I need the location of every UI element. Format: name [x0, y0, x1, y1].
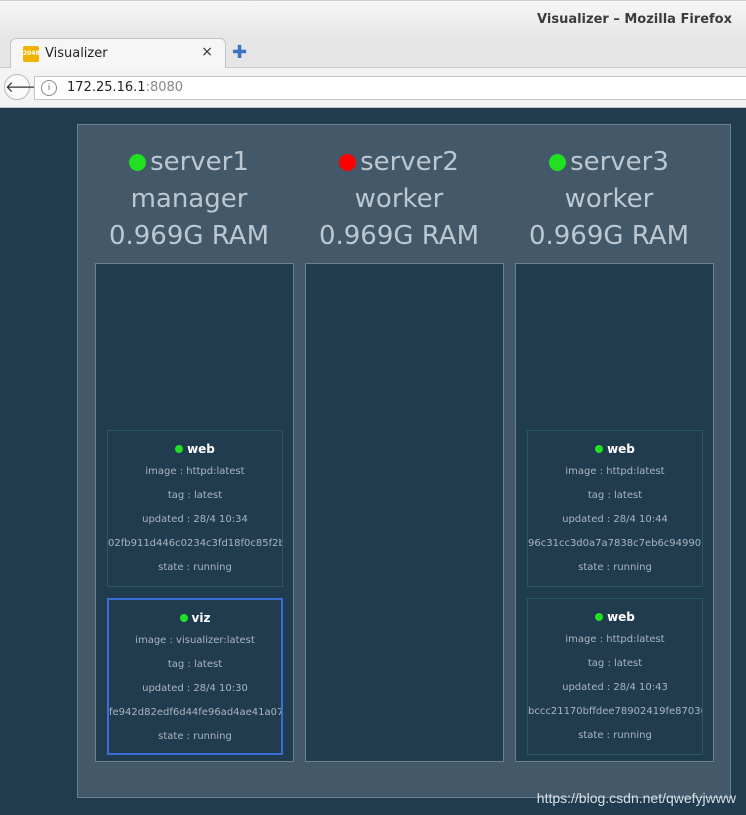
- task-updated: updated : 28/4 10:44: [562, 514, 668, 525]
- task-updated: updated : 28/4 10:34: [142, 514, 248, 525]
- task-card[interactable]: web image : httpd:latest tag : latest up…: [527, 598, 703, 755]
- task-tag: tag : latest: [587, 490, 643, 501]
- node-server2: server2 worker 0.969G RAM: [294, 125, 504, 762]
- task-title: viz: [109, 611, 281, 629]
- close-tab-icon[interactable]: ×: [201, 44, 213, 60]
- tab-label: Visualizer: [45, 46, 108, 61]
- node-title: server1: [84, 144, 294, 181]
- task-card-selected[interactable]: viz image : visualizer:latest tag : late…: [107, 598, 283, 755]
- node-title: server2: [294, 144, 504, 181]
- task-name: web: [187, 442, 215, 456]
- navigation-bar: 🡐 i 172.25.16.1:8080: [0, 68, 746, 108]
- task-image: image : visualizer:latest: [135, 635, 255, 646]
- task-id: fe942d82edf6d44fe96ad4ae41a071: [109, 707, 283, 718]
- task-updated: updated : 28/4 10:43: [562, 682, 668, 693]
- page-content: server1 manager 0.969G RAM web image : h…: [0, 108, 746, 815]
- task-state: state : running: [158, 731, 232, 742]
- task-image: image : httpd:latest: [565, 634, 665, 645]
- node-server1: server1 manager 0.969G RAM web image : h…: [84, 125, 294, 762]
- node-ram: 0.969G RAM: [318, 221, 480, 251]
- task-name: web: [607, 610, 635, 624]
- task-tag: tag : latest: [167, 659, 223, 670]
- task-tag: tag : latest: [167, 490, 223, 501]
- task-card[interactable]: web image : httpd:latest tag : latest up…: [107, 430, 283, 587]
- node-name: server3: [570, 147, 669, 177]
- task-updated: updated : 28/4 10:30: [142, 683, 248, 694]
- node-name: server1: [150, 147, 249, 177]
- task-id: 02fb911d446c0234c3fd18f0c85f2b7: [108, 538, 283, 549]
- node-role: manager: [130, 184, 248, 214]
- url-port: :8080: [145, 80, 184, 95]
- task-title: web: [528, 442, 702, 460]
- url-text: 172.25.16.1:8080: [67, 80, 183, 95]
- node-role: worker: [354, 184, 444, 214]
- task-title: web: [528, 610, 702, 628]
- task-image: image : httpd:latest: [565, 466, 665, 477]
- task-card[interactable]: web image : httpd:latest tag : latest up…: [527, 430, 703, 587]
- node-ram: 0.969G RAM: [528, 221, 690, 251]
- node-name: server2: [360, 147, 459, 177]
- task-title: web: [108, 442, 282, 460]
- node-header: server1 manager 0.969G RAM: [84, 144, 294, 255]
- status-running-icon: [179, 614, 188, 622]
- back-button[interactable]: 🡐: [4, 74, 45, 100]
- favicon-icon: 2048: [23, 46, 40, 62]
- tab-strip: 2048 Visualizer × ✚: [0, 38, 746, 68]
- node-role: worker: [564, 184, 654, 214]
- task-id: 96c31cc3d0a7a7838c7eb6c94990b: [528, 538, 703, 549]
- node-server3: server3 worker 0.969G RAM web image : ht…: [504, 125, 714, 762]
- task-id: bccc21170bffdee78902419fe87036: [528, 706, 703, 717]
- node-body: web image : httpd:latest tag : latest up…: [515, 263, 714, 762]
- status-down-icon: [339, 154, 357, 171]
- node-body: web image : httpd:latest tag : latest up…: [95, 263, 294, 762]
- new-tab-icon[interactable]: ✚: [232, 42, 247, 63]
- node-title: server3: [504, 144, 714, 181]
- tab-visualizer[interactable]: 2048 Visualizer ×: [10, 38, 226, 68]
- task-state: state : running: [578, 730, 652, 741]
- task-tag: tag : latest: [587, 658, 643, 669]
- node-header: server3 worker 0.969G RAM: [504, 144, 714, 255]
- window-titlebar: Visualizer – Mozilla Firefox: [0, 0, 746, 38]
- status-up-icon: [129, 154, 147, 171]
- node-body: [305, 263, 504, 762]
- task-state: state : running: [158, 562, 232, 573]
- status-up-icon: [549, 154, 567, 171]
- status-running-icon: [595, 445, 604, 453]
- task-image: image : httpd:latest: [145, 466, 245, 477]
- status-running-icon: [175, 445, 184, 453]
- task-name: web: [607, 442, 635, 456]
- task-state: state : running: [578, 562, 652, 573]
- task-name: viz: [191, 611, 211, 625]
- info-icon[interactable]: i: [41, 80, 57, 96]
- url-bar[interactable]: i 172.25.16.1:8080: [34, 76, 746, 100]
- node-ram: 0.969G RAM: [108, 221, 270, 251]
- window-title: Visualizer – Mozilla Firefox: [537, 12, 732, 27]
- node-header: server2 worker 0.969G RAM: [294, 144, 504, 255]
- url-host: 172.25.16.1: [67, 80, 146, 95]
- swarm-board: server1 manager 0.969G RAM web image : h…: [77, 124, 731, 798]
- watermark-text: https://blog.csdn.net/qwefyjwww: [536, 790, 736, 806]
- status-running-icon: [595, 613, 604, 621]
